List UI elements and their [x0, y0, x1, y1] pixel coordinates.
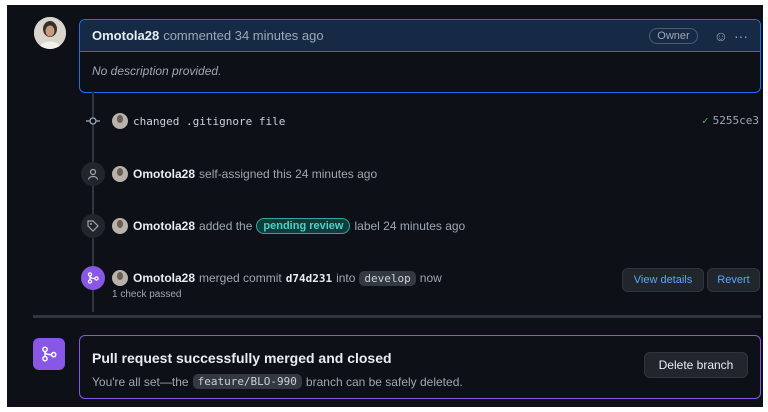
merge-text-into: into: [336, 271, 356, 285]
merge-status-box: Pull request successfully merged and clo…: [79, 335, 761, 399]
labeler-avatar[interactable]: [112, 218, 128, 234]
merge-icon: [81, 266, 105, 290]
emoji-reaction-icon[interactable]: ☺: [714, 28, 728, 44]
label-text-before: added the: [199, 219, 253, 233]
commit-author-avatar[interactable]: [112, 113, 128, 129]
label-text-after: label 24 minutes ago: [354, 219, 466, 233]
timeline-label-event: Omotola28 added the pending review label…: [81, 214, 469, 238]
comment-timestamp[interactable]: commented 34 minutes ago: [163, 28, 323, 43]
timeline-commit-event: changed .gitignore file: [81, 113, 285, 129]
comment-body: No description provided.: [92, 64, 222, 78]
owner-badge: Owner: [649, 27, 698, 44]
commit-icon: [81, 114, 105, 128]
timeline-merged-event: Omotola28 merged commit d74d231 into dev…: [81, 266, 446, 290]
merger-avatar[interactable]: [112, 270, 128, 286]
tag-icon: [81, 214, 105, 238]
pr-description-comment: Omotola28 commented 34 minutes ago Owner…: [79, 19, 761, 93]
assigned-author[interactable]: Omotola28: [133, 167, 195, 181]
merged-status-icon: [33, 338, 65, 370]
revert-button[interactable]: Revert: [707, 268, 760, 292]
merge-text-after: now: [419, 271, 442, 285]
delete-branch-button[interactable]: Delete branch: [644, 352, 748, 378]
merge-sub-before: You're all set—the: [92, 374, 189, 389]
timeline-assigned-event: Omotola28 self-assigned this 24 minutes …: [81, 162, 381, 186]
label-author[interactable]: Omotola28: [133, 219, 195, 233]
pr-timeline: Omotola28 commented 34 minutes ago Owner…: [7, 5, 763, 407]
source-branch[interactable]: feature/BLO-990: [192, 374, 302, 389]
target-branch[interactable]: develop: [359, 270, 416, 286]
user-avatar[interactable]: [34, 17, 66, 49]
merge-status-subtitle: You're all set—the feature/BLO-990 branc…: [92, 374, 463, 389]
merge-sub-after: branch can be safely deleted.: [305, 374, 463, 389]
commit-message[interactable]: changed .gitignore file: [133, 115, 285, 128]
avatar-image: [34, 17, 66, 49]
timeline-divider: [33, 315, 761, 318]
merge-text-before: merged commit: [199, 271, 282, 285]
assigned-text: self-assigned this 24 minutes ago: [199, 167, 378, 181]
merge-commit-sha[interactable]: d74d231: [286, 272, 332, 285]
checks-passed-link[interactable]: 1 check passed: [112, 289, 182, 300]
assignee-avatar[interactable]: [112, 166, 128, 182]
pending-review-label[interactable]: pending review: [256, 218, 351, 234]
commit-sha-link[interactable]: ✓ 5255ce3: [702, 114, 759, 127]
comment-header: Omotola28 commented 34 minutes ago Owner…: [80, 20, 760, 52]
more-options-icon[interactable]: ···: [734, 28, 748, 44]
comment-author[interactable]: Omotola28: [92, 28, 159, 43]
view-details-button[interactable]: View details: [622, 268, 704, 292]
check-icon: ✓: [702, 114, 709, 127]
person-icon: [81, 162, 105, 186]
commit-sha[interactable]: 5255ce3: [713, 114, 759, 127]
merge-status-title: Pull request successfully merged and clo…: [92, 350, 392, 366]
merge-author[interactable]: Omotola28: [133, 271, 195, 285]
